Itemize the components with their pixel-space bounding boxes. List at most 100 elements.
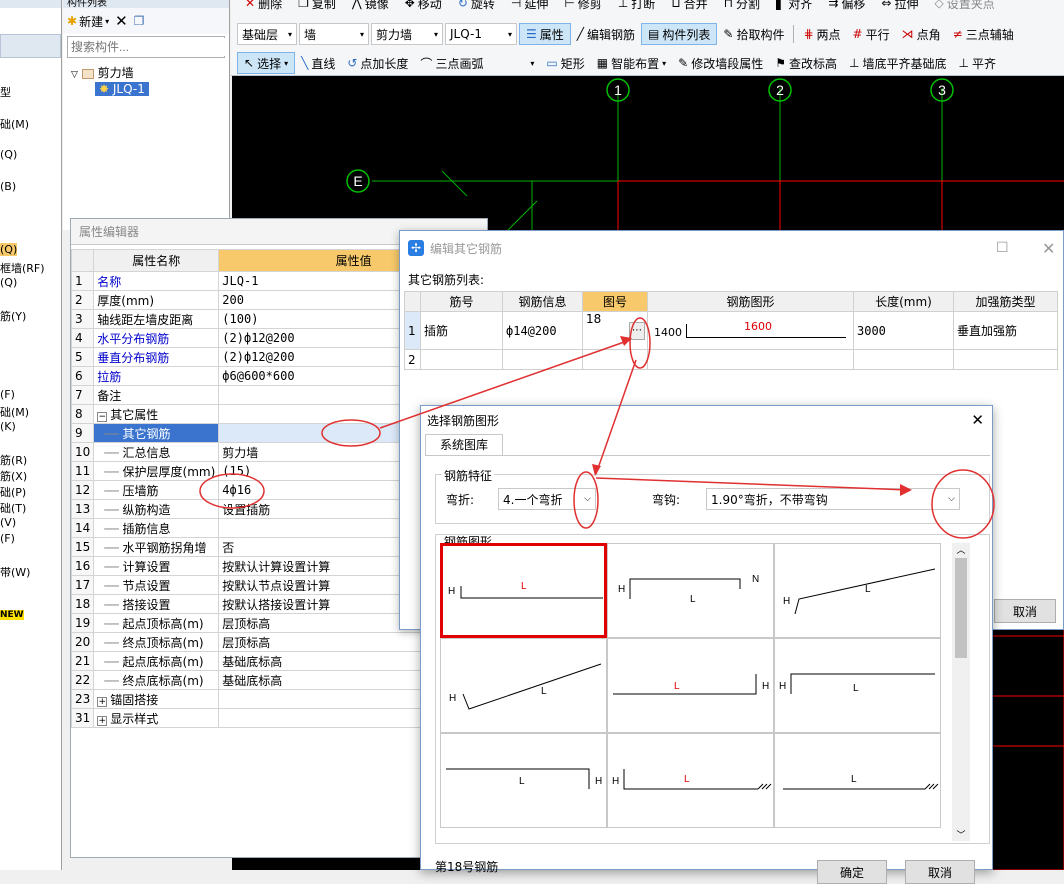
left-item[interactable]: 础(P) (0, 484, 26, 500)
new-component-button[interactable]: ✱ 新建 ▾ (67, 13, 109, 30)
collapse-icon[interactable]: ▽ (71, 70, 78, 80)
properties-button[interactable]: ☰ 属性 (519, 23, 571, 45)
length-cell[interactable]: 3000 (853, 311, 954, 350)
tree-node-child[interactable]: ✸ JLQ-1 (95, 82, 149, 96)
ok-button[interactable]: 确定 (817, 860, 887, 884)
tab-system-library[interactable]: 系统图库 (425, 434, 503, 456)
shape-option[interactable]: HL (774, 543, 941, 638)
scrollbar[interactable]: ︿ ﹀ (952, 543, 970, 841)
move-button[interactable]: ✥ 移动 (399, 0, 448, 14)
align-flat-button[interactable]: ⊥ 平齐 (952, 52, 1001, 74)
ellipsis-button[interactable]: ⋯ (629, 322, 645, 340)
left-item[interactable]: 型 (0, 84, 11, 100)
split-button[interactable]: ⊓ 分割 (718, 0, 766, 14)
length-cell[interactable] (853, 349, 954, 370)
tree-node-parent[interactable]: ▽ 剪力墙 (71, 64, 134, 81)
floor-select[interactable]: 基础层 ▾ (237, 23, 297, 45)
left-item[interactable]: (F) (0, 532, 15, 545)
close-icon[interactable]: ✕ (1042, 239, 1055, 258)
shape-option[interactable]: HL (440, 638, 607, 733)
close-icon[interactable]: ✕ (971, 411, 992, 429)
shape-option[interactable]: HL (440, 543, 607, 638)
left-item[interactable]: 筋(R) (0, 452, 27, 468)
point-angle-button[interactable]: ⋊ 点角 (896, 23, 947, 45)
maximize-icon[interactable]: ☐ (996, 240, 1009, 256)
three-point-arc-button[interactable]: ⌒ 三点画弧 ▾ (414, 52, 540, 74)
copy-button[interactable]: ❐ 复制 (292, 0, 342, 14)
trim-button[interactable]: ⊢ 修剪 (558, 0, 607, 14)
scroll-up-icon[interactable]: ︿ (952, 543, 970, 556)
delete-icon[interactable]: ✕ (115, 12, 128, 30)
shape-option[interactable]: HL (774, 638, 941, 733)
merge-button[interactable]: ⊔ 合并 (665, 0, 713, 14)
search-input[interactable] (68, 38, 226, 56)
component-list-button[interactable]: ▤ 构件列表 (641, 23, 718, 45)
left-item[interactable]: 础(T) (0, 500, 26, 516)
left-item[interactable]: (B) (0, 180, 16, 193)
cancel-button[interactable]: 取消 (905, 860, 975, 884)
wall-bottom-align-button[interactable]: ⊥ 墙底平齐基础底 (843, 52, 952, 74)
extend-button[interactable]: ⊣ 延伸 (505, 0, 554, 14)
type-cell[interactable]: 垂直加强筋 (953, 311, 1058, 350)
mirror-button[interactable]: ⋀ 镜像 (346, 0, 395, 14)
fig-no-cell[interactable] (582, 349, 648, 370)
left-item[interactable]: 带(W) (0, 564, 30, 580)
left-item[interactable]: 础(M) (0, 404, 29, 420)
bar-info-cell[interactable] (502, 349, 583, 370)
left-item[interactable]: (K) (0, 420, 16, 433)
left-item[interactable]: 框墙(RF) (0, 260, 45, 276)
collapse-icon[interactable]: − (97, 411, 108, 422)
subtype-select[interactable]: 剪力墙 ▾ (371, 23, 443, 45)
scroll-thumb[interactable] (955, 558, 967, 658)
shape-option[interactable]: HL (607, 638, 774, 733)
type-cell[interactable] (953, 349, 1058, 370)
left-item[interactable]: (Q) (0, 276, 17, 289)
left-item[interactable]: (F) (0, 388, 15, 401)
rebar-row[interactable]: 1 插筋 ф14@200 18 ⋯ 1400 1600 3000 垂直加强筋 (404, 311, 1058, 350)
modify-segment-button[interactable]: ✎ 修改墙段属性 (672, 52, 769, 74)
left-item[interactable]: (Q) (0, 243, 18, 256)
stretch-button[interactable]: ⇔ 拉伸 (875, 0, 924, 14)
shape-option[interactable]: H L N (607, 543, 774, 638)
left-item[interactable]: 础(M) (0, 116, 29, 132)
align-button[interactable]: ▌ 对齐 (770, 0, 818, 14)
delete-button[interactable]: ✕ 删除 (239, 0, 288, 14)
hook-select[interactable]: 1.90°弯折，不带弯钩 ⌵ (706, 488, 960, 510)
fig-no-cell[interactable]: 18 ⋯ (582, 311, 648, 350)
shape-option[interactable]: L (774, 733, 941, 828)
left-item[interactable]: (Q) (0, 148, 17, 161)
pick-component-button[interactable]: ✎ 拾取构件 (717, 23, 790, 45)
check-elevation-button[interactable]: ⚑ 查改标高 (769, 52, 843, 74)
left-panel-bar[interactable] (0, 34, 61, 58)
rectangle-button[interactable]: ▭ 矩形 (540, 52, 590, 74)
shape-option[interactable]: HL (440, 733, 607, 828)
scroll-down-icon[interactable]: ﹀ (952, 828, 970, 841)
rebar-row[interactable]: 2 (404, 349, 1058, 370)
two-point-button[interactable]: ⋕ 两点 (797, 23, 846, 45)
bar-info-cell[interactable]: ф14@200 (502, 311, 583, 350)
select-button[interactable]: ↖ 选择 ▾ (237, 52, 296, 74)
type-select[interactable]: 墙 ▾ (299, 23, 369, 45)
bar-no-cell[interactable] (420, 349, 503, 370)
left-item[interactable]: 筋(X) (0, 468, 27, 484)
break-button[interactable]: ⊥ 打断 (612, 0, 661, 14)
expand-icon[interactable]: + (97, 696, 108, 707)
left-item[interactable]: 筋(Y) (0, 308, 26, 324)
rotate-button[interactable]: ↻ 旋转 (452, 0, 501, 14)
grip-button[interactable]: ◇ 设置夹点 (928, 0, 1000, 14)
left-item[interactable]: (V) (0, 516, 16, 529)
edit-rebar-button[interactable]: ╱ 编辑钢筋 (571, 23, 641, 45)
expand-icon[interactable]: + (97, 715, 108, 726)
bend-select[interactable]: 4.一个弯折 ⌵ (498, 488, 596, 510)
offset-button[interactable]: ⇉ 偏移 (822, 0, 871, 14)
copy-icon[interactable]: ❐ (134, 14, 145, 28)
cancel-button[interactable]: 取消 (994, 599, 1056, 623)
component-select[interactable]: JLQ-1 ▾ (445, 23, 517, 45)
smart-layout-button[interactable]: ▦ 智能布置 ▾ (591, 52, 672, 74)
parallel-button[interactable]: # 平行 (847, 23, 896, 45)
shape-option[interactable]: HL (607, 733, 774, 828)
line-button[interactable]: ╲ 直线 (295, 52, 341, 74)
three-point-axis-button[interactable]: ≠ 三点辅轴 (947, 23, 1020, 45)
bar-no-cell[interactable]: 插筋 (420, 311, 503, 350)
point-length-button[interactable]: ↺ 点加长度 (341, 52, 414, 74)
